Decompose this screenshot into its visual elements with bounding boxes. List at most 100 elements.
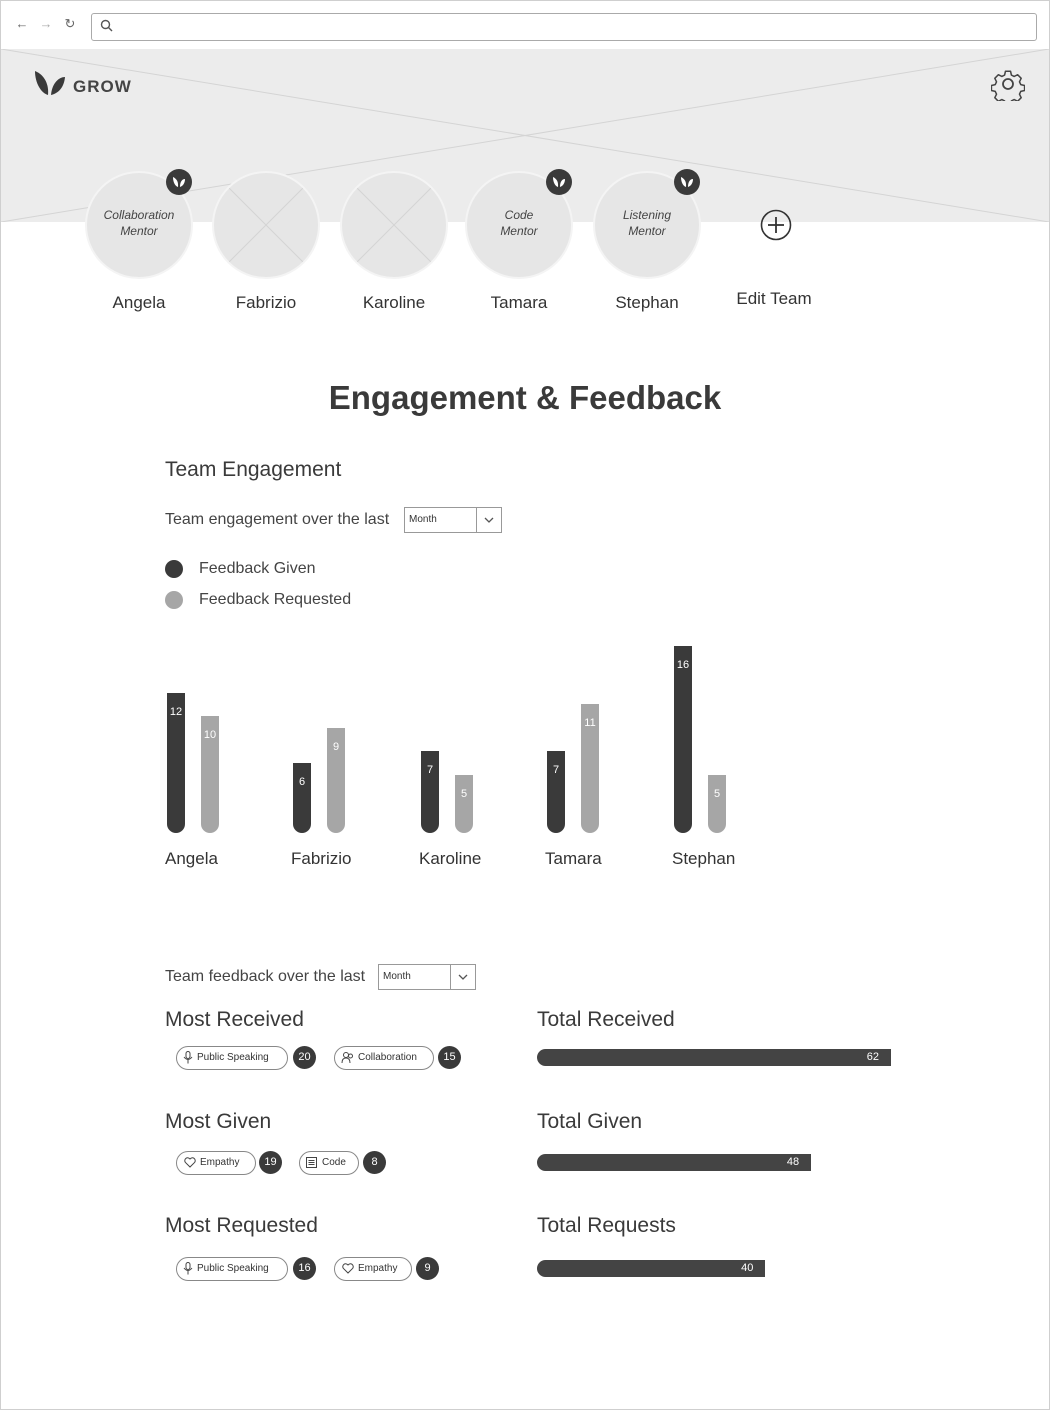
browser-window: ← → ↻ GROW Collaboration Mentor Angela F… [0,0,1050,1410]
page-title: Engagement & Feedback [328,379,722,416]
browser-toolbar: ← → ↻ [1,1,1049,50]
total-given-value: 48 [786,1156,800,1168]
most-requested-heading: Most Requested [165,1214,318,1237]
bar-karoline-given [421,751,439,833]
bar-value-label: 5 [460,787,468,800]
bar-stephan-given [674,645,692,833]
forward-icon[interactable]: → [39,16,53,32]
count-badge: 19 [259,1151,282,1174]
bar-karoline-requested [455,774,473,833]
edit-team-label: Edit Team [736,289,812,308]
select-value: Month [409,514,437,525]
bar-fabrizio-given [293,762,311,833]
total-received-heading: Total Received [537,1008,675,1031]
select-value: Month [383,971,411,982]
address-bar[interactable] [91,13,1037,41]
gear-icon[interactable] [991,67,1025,101]
count-badge: 9 [416,1257,439,1280]
legend-dot-given [165,560,183,578]
bar-value-label: 7 [552,764,560,777]
skill-chip[interactable]: Empathy [334,1257,412,1281]
bar-stephan-requested [708,774,726,833]
bar-value-label: 5 [713,787,721,800]
legend-label-given: Feedback Given [199,560,316,577]
feedback-period-select[interactable]: Month [378,964,476,990]
plus-circle-icon[interactable] [759,208,793,242]
total-received-value: 62 [866,1051,880,1063]
chip-label: Code [322,1157,346,1168]
total-requests-value: 40 [741,1262,754,1274]
most-received-heading: Most Received [165,1008,304,1031]
legend-label-requested: Feedback Requested [199,591,352,608]
count-badge: 20 [293,1046,316,1069]
skill-chip[interactable]: Code [299,1151,359,1175]
chip-label: Collaboration [358,1052,417,1063]
app-name: GROW [73,77,132,96]
mentor-badge-icon [166,169,192,195]
bar-value-label: 11 [584,717,596,730]
bar-value-label: 7 [426,764,434,777]
microphone-icon [183,1051,193,1064]
chip-label: Public Speaking [197,1052,269,1063]
team-member-karoline[interactable]: Karoline [339,171,449,313]
chevron-down-icon [450,965,475,989]
engagement-period-select[interactable]: Month [404,507,502,533]
avatar [340,171,448,279]
chip-label: Empathy [200,1157,240,1168]
feedback-period-label: Team feedback over the last [165,968,366,985]
member-name: Angela [112,293,166,312]
collaboration-icon [341,1052,353,1064]
most-given-heading: Most Given [165,1110,272,1133]
total-received-bar: 62 [537,1049,892,1066]
mentor-role-label: Collaboration Mentor [103,208,175,238]
mentor-badge-icon [546,169,572,195]
chip-label: Empathy [358,1263,398,1274]
bar-tamara-given [547,751,565,833]
team-member-fabrizio[interactable]: Fabrizio [211,171,321,313]
member-name: Tamara [490,293,548,312]
reload-icon[interactable]: ↻ [63,16,77,32]
skill-chip[interactable]: Public Speaking [176,1257,288,1281]
team-member-stephan[interactable]: Listening Mentor Stephan [592,169,702,313]
engagement-period-label: Team engagement over the last [165,511,390,528]
team-member-tamara[interactable]: Code Mentor Tamara [464,169,574,313]
mentor-badge-icon [674,169,700,195]
category-label: Karoline [419,849,482,868]
count-badge: 16 [293,1257,316,1280]
bar-angela-requested [201,716,219,833]
count-badge: 15 [438,1046,461,1069]
add-member-slot [722,171,826,275]
team-member-angela[interactable]: Collaboration Mentor Angela [84,169,194,313]
mentor-role-label: Listening Mentor [622,208,672,238]
total-requests-heading: Total Requests [537,1214,676,1237]
avatar [212,171,320,279]
team-engagement-heading: Team Engagement [165,458,342,481]
bar-value-label: 6 [298,775,306,788]
chip-label: Public Speaking [197,1263,269,1274]
mentor-role-label: Code Mentor [500,208,538,238]
back-icon[interactable]: ← [15,16,29,32]
skill-chip[interactable]: Public Speaking [176,1046,288,1070]
category-label: Tamara [545,849,602,868]
bar-value-label: 12 [169,705,183,718]
member-name: Fabrizio [235,293,297,312]
legend-dot-requested [165,591,183,609]
grow-logo-icon[interactable] [33,69,67,97]
count-badge: 8 [363,1151,386,1174]
code-icon [306,1157,317,1168]
edit-team-button[interactable]: Edit Team [719,171,829,309]
chevron-down-icon [476,508,501,532]
category-label: Fabrizio [291,849,352,868]
bar-fabrizio-requested [327,727,345,833]
heart-icon [184,1157,196,1168]
member-name: Karoline [362,293,426,312]
member-name: Stephan [615,293,679,312]
bar-value-label: 9 [332,740,340,753]
skill-chip[interactable]: Empathy [176,1151,256,1175]
heart-icon [342,1263,354,1274]
bar-value-label: 16 [676,658,690,671]
microphone-icon [183,1262,193,1275]
total-given-heading: Total Given [537,1110,643,1133]
skill-chip[interactable]: Collaboration [334,1046,434,1070]
total-given-bar: 48 [537,1154,812,1171]
